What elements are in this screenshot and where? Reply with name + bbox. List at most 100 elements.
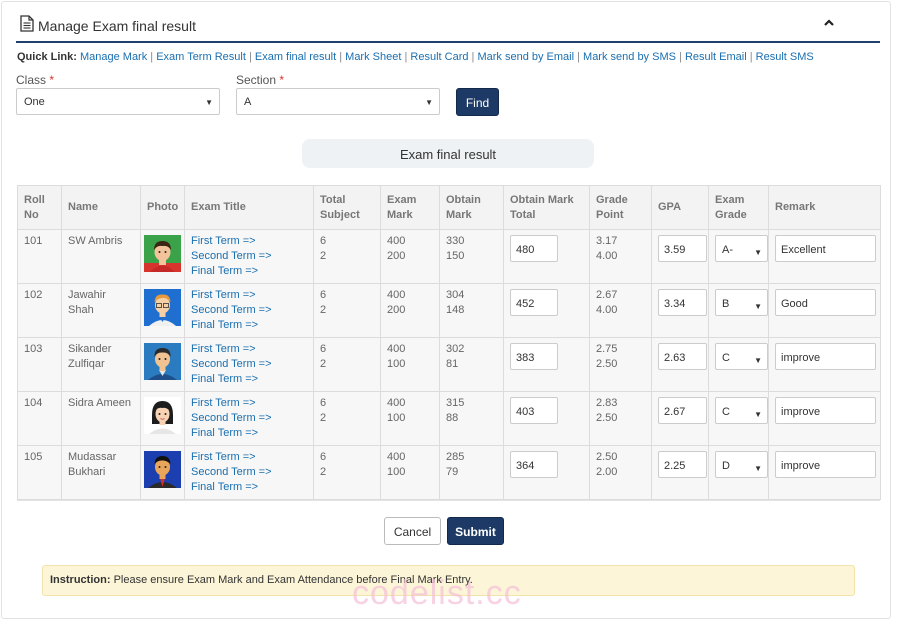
quick-link-manage-mark[interactable]: Manage Mark [80,51,147,63]
photo-cell [140,229,185,284]
total-subject: 62 [313,445,381,500]
first-term-link[interactable]: First Term => [191,234,307,249]
grade-select[interactable]: B ▼ [715,289,768,316]
remark-cell: Excellent [768,229,881,284]
second-term-link[interactable]: Second Term => [191,465,307,480]
final-term-link[interactable]: Final Term => [191,264,307,279]
student-avatar [144,343,181,380]
obtain-mark-total-input[interactable]: 480 [510,235,558,262]
obtain-mark-total-input[interactable]: 383 [510,343,558,370]
obtain-mark: 304 148 [439,283,504,338]
grade-select[interactable]: A- ▼ [715,235,768,262]
second-term-link[interactable]: Second Term => [191,357,307,372]
first-term-link[interactable]: First Term => [191,450,307,465]
grade-select[interactable]: D ▼ [715,451,768,478]
table-row: 104 Sidra Ameen First Term => Second Ter… [17,391,881,446]
final-term-link[interactable]: Final Term => [191,372,307,387]
quick-link-exam-term-result[interactable]: Exam Term Result [156,51,246,63]
gpa-input[interactable]: 2.25 [658,451,707,478]
roll-no: 105 [17,445,62,500]
caret-down-icon: ▼ [754,302,762,311]
submit-button[interactable]: Submit [447,517,504,545]
section-select[interactable]: A ▼ [236,88,440,115]
exam-titles: First Term => Second Term => Final Term … [184,337,314,392]
gpa-input[interactable]: 3.34 [658,289,707,316]
remark-input[interactable]: Good [775,289,876,316]
student-avatar [144,235,181,272]
caret-down-icon: ▼ [754,464,762,473]
col-exam-mark: Exam Mark [380,185,440,230]
instruction-label: Instruction: [50,574,111,586]
remark-cell: improve [768,391,881,446]
col-total-subject: Total Subject [313,185,381,230]
student-name: SW Ambris [61,229,141,284]
first-term-link[interactable]: First Term => [191,288,307,303]
final-term-link[interactable]: Final Term => [191,480,307,495]
quick-links: Quick Link: Manage Mark | Exam Term Resu… [17,51,814,63]
first-term-link[interactable]: First Term => [191,342,307,357]
gpa-cell: 3.34 [651,283,709,338]
quick-link-exam-final-result[interactable]: Exam final result [255,51,336,63]
obtain-mark-total-input[interactable]: 364 [510,451,558,478]
find-button[interactable]: Find [456,88,499,116]
quick-link-result-card[interactable]: Result Card [410,51,468,63]
exam-titles: First Term => Second Term => Final Term … [184,391,314,446]
section-label: Section * [236,73,285,87]
remark-input[interactable]: Excellent [775,235,876,262]
photo-cell [140,445,185,500]
grade-select[interactable]: C ▼ [715,397,768,424]
roll-no: 102 [17,283,62,338]
student-avatar [144,451,181,488]
quick-link-mark-sheet[interactable]: Mark Sheet [345,51,401,63]
col-obtain-mark: Obtain Mark [439,185,504,230]
grade-cell: C ▼ [708,337,769,392]
second-term-link[interactable]: Second Term => [191,303,307,318]
quick-link-mark-send-email[interactable]: Mark send by Email [477,51,574,63]
second-term-link[interactable]: Second Term => [191,249,307,264]
gpa-input[interactable]: 3.59 [658,235,707,262]
student-avatar [144,289,181,326]
grade-select[interactable]: C ▼ [715,343,768,370]
roll-no: 104 [17,391,62,446]
cancel-button[interactable]: Cancel [384,517,441,545]
quick-link-result-email[interactable]: Result Email [685,51,747,63]
student-avatar [144,397,181,434]
grade-cell: C ▼ [708,391,769,446]
obtain-mark: 302 81 [439,337,504,392]
divider [17,500,880,501]
result-panel: Manage Exam final result Quick Link: Man… [1,1,891,619]
total-subject: 62 [313,229,381,284]
results-table: Roll No Name Photo Exam Title Total Subj… [17,185,881,500]
class-select[interactable]: One ▼ [16,88,220,115]
first-term-link[interactable]: First Term => [191,396,307,411]
remark-input[interactable]: improve [775,343,876,370]
gpa-input[interactable]: 2.67 [658,397,707,424]
col-roll-no: Roll No [17,185,62,230]
table-row: 102 Jawahir Shah First Term => Second Te… [17,283,881,338]
remark-input[interactable]: improve [775,451,876,478]
document-icon [20,15,34,32]
obtain-mark-total-input[interactable]: 452 [510,289,558,316]
obtain-mark-total-input[interactable]: 403 [510,397,558,424]
table-row: 105 Mudassar Bukhari First Term => Secon… [17,445,881,500]
quick-link-result-sms[interactable]: Result SMS [756,51,814,63]
grade-point: 2.83 2.50 [589,391,652,446]
final-term-link[interactable]: Final Term => [191,318,307,333]
exam-titles: First Term => Second Term => Final Term … [184,445,314,500]
final-term-link[interactable]: Final Term => [191,426,307,441]
grade-point: 2.50 2.00 [589,445,652,500]
table-header-row: Roll No Name Photo Exam Title Total Subj… [17,185,881,230]
caret-down-icon: ▼ [754,356,762,365]
quick-link-mark-send-sms[interactable]: Mark send by SMS [583,51,676,63]
obtain-mark: 330 150 [439,229,504,284]
exam-titles: First Term => Second Term => Final Term … [184,283,314,338]
gpa-cell: 2.67 [651,391,709,446]
gpa-input[interactable]: 2.63 [658,343,707,370]
remark-input[interactable]: improve [775,397,876,424]
quick-link-label: Quick Link: [17,51,77,63]
chevron-up-icon[interactable] [822,16,836,30]
student-name: Sidra Ameen [61,391,141,446]
obtain-mark-total-cell: 364 [503,445,590,500]
watermark: codelist.cc [352,574,522,612]
second-term-link[interactable]: Second Term => [191,411,307,426]
